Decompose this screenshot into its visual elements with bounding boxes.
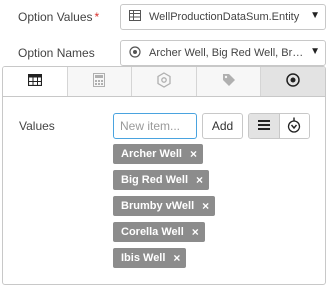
option-names-row: Option Names Archer Well, Big Red Well, …	[0, 38, 330, 68]
option-names-value: Archer Well, Big Red Well, Brumby vWell,…	[149, 47, 307, 59]
option-names-select[interactable]: Archer Well, Big Red Well, Brumby vWell,…	[120, 40, 326, 66]
calculator-icon	[93, 73, 106, 90]
option-names-label: Option Names	[18, 46, 95, 60]
target-icon	[286, 73, 300, 90]
option-values-value: WellProductionDataSum.Entity	[149, 11, 300, 23]
hexagon-icon	[156, 72, 172, 91]
values-label: Values	[19, 119, 55, 133]
list-view-button[interactable]	[249, 114, 280, 138]
tab-hexagon[interactable]	[132, 67, 197, 96]
tab-tag[interactable]	[197, 67, 262, 96]
value-chip: Big Red Well ×	[113, 170, 210, 190]
sort-toggle-button[interactable]	[279, 114, 309, 138]
option-values-select[interactable]: WellProductionDataSum.Entity ▼	[120, 4, 326, 30]
table-icon	[27, 73, 42, 89]
target-icon	[129, 45, 141, 61]
chevron-down-icon[interactable]: ▼	[310, 10, 320, 21]
remove-icon[interactable]: ×	[190, 147, 197, 161]
remove-icon[interactable]: ×	[202, 199, 209, 213]
value-chip-label: Ibis Well	[121, 252, 166, 264]
chevron-down-icon[interactable]: ▼	[310, 46, 320, 57]
list-icon	[257, 119, 270, 133]
value-chip: Corella Well ×	[113, 222, 205, 242]
value-chip-label: Brumby vWell	[121, 200, 195, 212]
required-marker: *	[94, 10, 100, 24]
option-values-row: Option Values * WellProductionDataSum.Ent…	[0, 2, 330, 32]
source-tabs	[3, 67, 325, 97]
remove-icon[interactable]: ×	[192, 225, 199, 239]
list-mode-toggle	[248, 113, 310, 139]
sort-dial-icon	[287, 117, 301, 136]
option-source-panel: Values Add Archer Well × Big Red Well × …	[2, 66, 326, 285]
value-chip-label: Big Red Well	[121, 174, 189, 186]
tab-calculator[interactable]	[68, 67, 133, 96]
value-chip: Ibis Well ×	[113, 248, 187, 268]
value-chip: Brumby vWell ×	[113, 196, 216, 216]
add-button[interactable]: Add	[202, 113, 243, 139]
remove-icon[interactable]: ×	[196, 173, 203, 187]
tag-icon	[222, 73, 236, 90]
value-chip-label: Corella Well	[121, 226, 184, 238]
tab-table[interactable]	[3, 67, 68, 96]
new-item-input[interactable]	[113, 113, 197, 139]
remove-icon[interactable]: ×	[173, 251, 180, 265]
option-values-label: Option Values *	[18, 10, 100, 24]
value-chip: Archer Well ×	[113, 144, 203, 164]
table-icon	[129, 10, 141, 24]
tab-target[interactable]	[261, 67, 325, 96]
value-chip-label: Archer Well	[121, 148, 182, 160]
